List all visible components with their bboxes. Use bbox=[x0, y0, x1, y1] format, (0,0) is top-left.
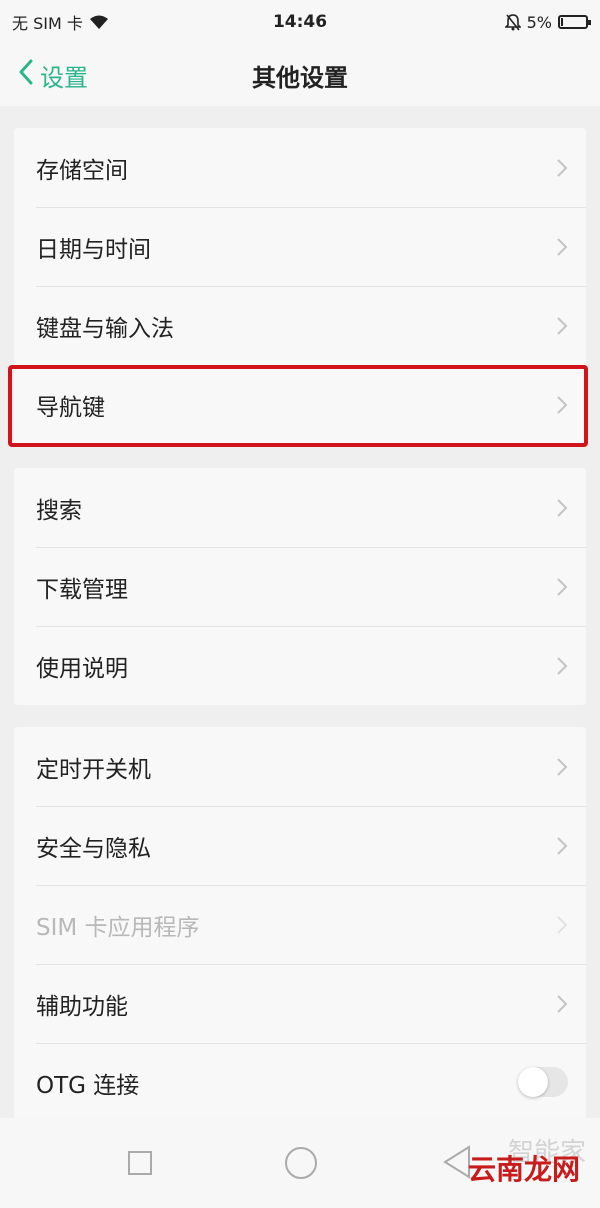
otg-toggle[interactable] bbox=[518, 1067, 568, 1097]
recent-apps-button[interactable] bbox=[128, 1151, 152, 1175]
settings-group-1: 存储空间 日期与时间 键盘与输入法 导航键 bbox=[14, 128, 586, 444]
header: 设置 其他设置 bbox=[0, 44, 600, 106]
chevron-right-icon bbox=[557, 396, 568, 414]
battery-text: 5% bbox=[526, 12, 552, 32]
settings-group-3: 定时开关机 安全与隐私 SIM 卡应用程序 辅助功能 OTG 连接 bbox=[14, 727, 586, 1122]
watermark-logo: 云南龙网 bbox=[467, 1153, 580, 1186]
menu-item-label: 键盘与输入法 bbox=[36, 315, 174, 342]
menu-item-scheduled-power[interactable]: 定时开关机 bbox=[14, 727, 586, 806]
menu-item-label: 下载管理 bbox=[36, 576, 128, 603]
menu-item-label: OTG 连接 bbox=[36, 1072, 140, 1099]
menu-item-label: 安全与隐私 bbox=[36, 835, 151, 862]
menu-item-label: 存储空间 bbox=[36, 157, 128, 184]
menu-item-date-time[interactable]: 日期与时间 bbox=[14, 207, 586, 286]
menu-item-sim-apps: SIM 卡应用程序 bbox=[14, 885, 586, 964]
settings-group-2: 搜索 下载管理 使用说明 bbox=[14, 468, 586, 705]
chevron-right-icon bbox=[557, 238, 568, 256]
battery-fill bbox=[561, 18, 563, 26]
menu-item-label: 辅助功能 bbox=[36, 993, 128, 1020]
chevron-right-icon bbox=[557, 995, 568, 1013]
menu-item-otg: OTG 连接 bbox=[14, 1043, 586, 1122]
home-button[interactable] bbox=[285, 1147, 317, 1179]
menu-item-label: 使用说明 bbox=[36, 655, 128, 682]
toggle-knob bbox=[518, 1067, 548, 1097]
chevron-right-icon bbox=[557, 317, 568, 335]
menu-item-label: SIM 卡应用程序 bbox=[36, 914, 200, 941]
menu-item-security-privacy[interactable]: 安全与隐私 bbox=[14, 806, 586, 885]
menu-item-label: 搜索 bbox=[36, 497, 82, 524]
carrier-text: 无 SIM 卡 bbox=[12, 14, 83, 33]
battery-icon bbox=[558, 15, 591, 29]
bell-off-icon bbox=[504, 13, 521, 31]
menu-item-label: 导航键 bbox=[36, 394, 105, 421]
chevron-right-icon bbox=[557, 159, 568, 177]
menu-item-keyboard-input[interactable]: 键盘与输入法 bbox=[14, 286, 586, 365]
menu-item-label: 日期与时间 bbox=[36, 236, 151, 263]
menu-item-search[interactable]: 搜索 bbox=[14, 468, 586, 547]
status-left: 无 SIM 卡 bbox=[12, 10, 232, 34]
chevron-right-icon bbox=[557, 578, 568, 596]
menu-item-label: 定时开关机 bbox=[36, 756, 151, 783]
menu-item-download-manager[interactable]: 下载管理 bbox=[14, 547, 586, 626]
wifi-icon bbox=[89, 14, 109, 30]
chevron-right-icon bbox=[557, 758, 568, 776]
menu-item-navigation-keys[interactable]: 导航键 bbox=[14, 365, 586, 444]
chevron-right-icon bbox=[557, 657, 568, 675]
status-bar: 无 SIM 卡 14:46 5% bbox=[0, 0, 600, 44]
chevron-right-icon bbox=[557, 916, 568, 934]
status-time: 14:46 bbox=[272, 12, 328, 32]
menu-item-user-guide[interactable]: 使用说明 bbox=[14, 626, 586, 705]
page-title: 其他设置 bbox=[252, 64, 348, 92]
chevron-right-icon bbox=[557, 837, 568, 855]
chevron-right-icon bbox=[557, 499, 568, 517]
menu-item-storage[interactable]: 存储空间 bbox=[14, 128, 586, 207]
status-right: 5% bbox=[428, 12, 591, 32]
menu-item-accessibility[interactable]: 辅助功能 bbox=[14, 964, 586, 1043]
